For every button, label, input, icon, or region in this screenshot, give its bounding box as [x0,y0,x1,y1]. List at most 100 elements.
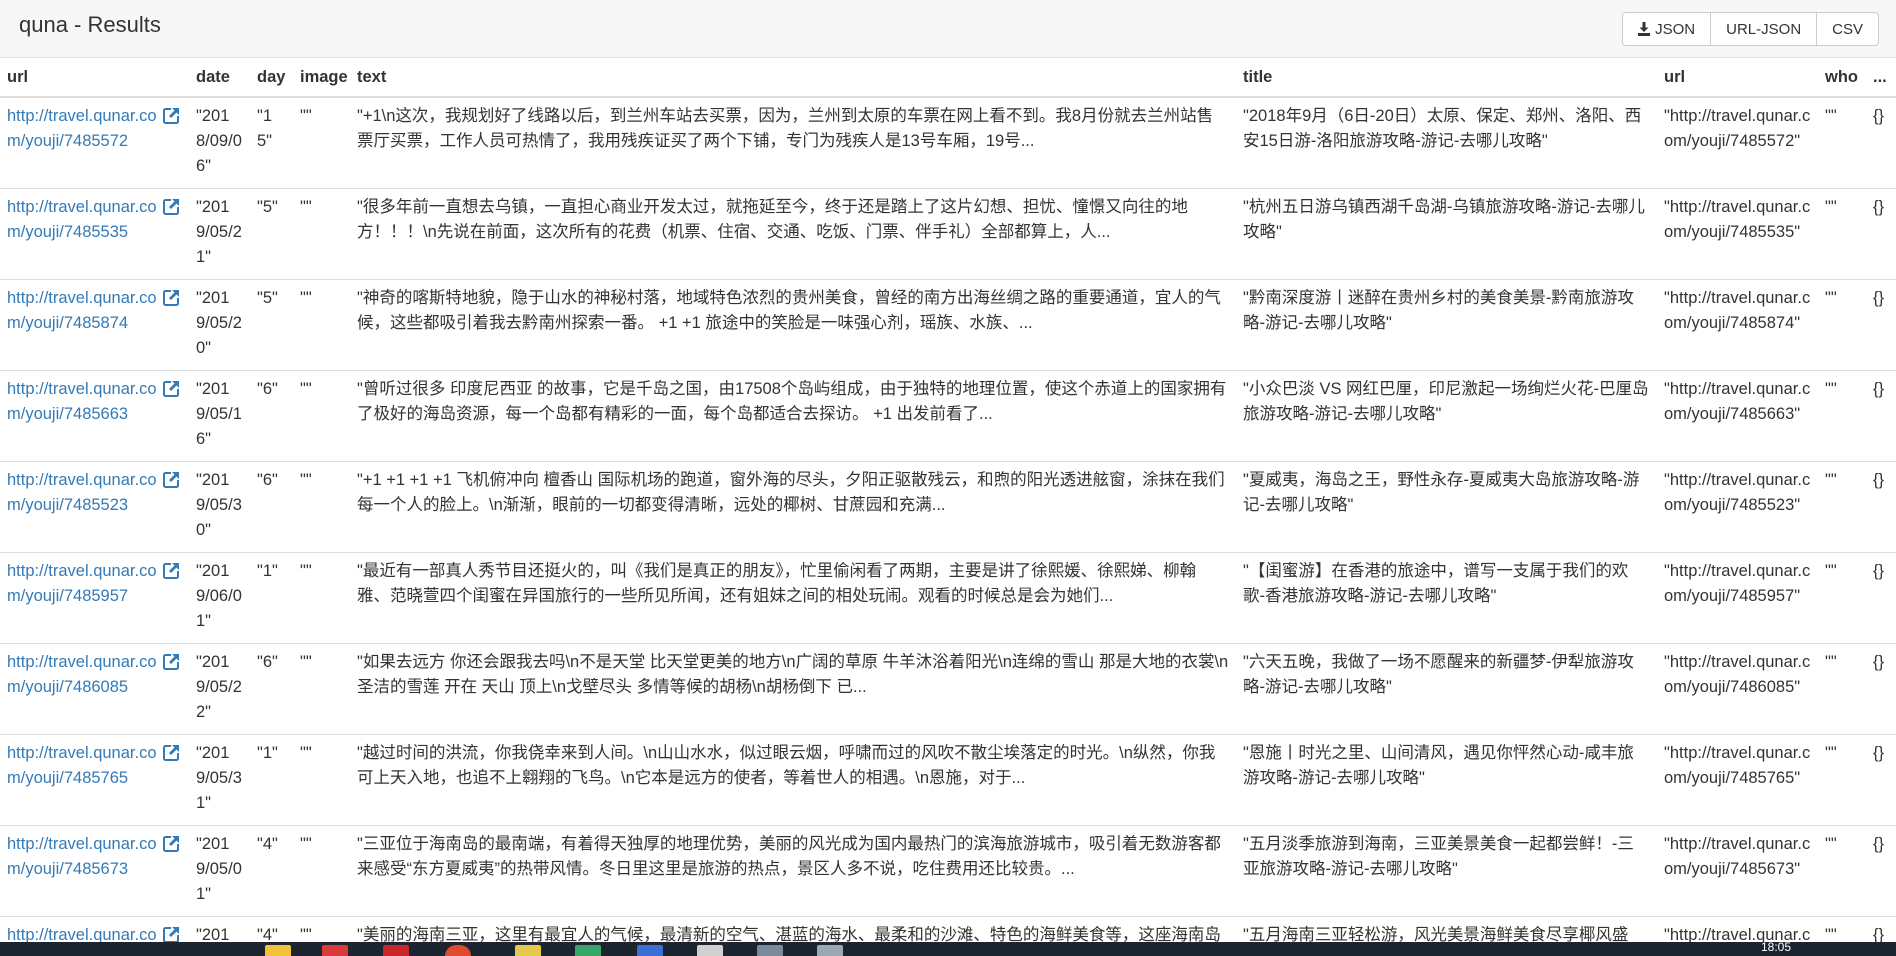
external-link-icon[interactable] [162,653,180,671]
taskbar-app-icon[interactable] [515,945,541,956]
cell-url-2-value: "http://travel.qunar.com/youji/7485874" [1664,289,1811,332]
taskbar-app-icon[interactable] [757,945,783,956]
cell-url: http://travel.qunar.com/youji/7485673 [0,825,189,917]
external-link-icon[interactable] [162,380,180,398]
external-link-icon[interactable] [162,562,180,580]
external-link-icon[interactable] [162,198,180,216]
cell-image-value: "" [300,926,312,942]
cell-url: http://travel.qunar.com/youji/7486085 [0,643,189,735]
cell-more: {} [1866,643,1896,735]
table-row: http://travel.qunar.com/youji/7485765 "20… [0,734,1896,826]
cell-date-value: "2019/05/22" [196,653,242,721]
cell-image-value: "" [300,471,312,489]
cell-url-2: "http://travel.qunar.com/youji/7485765" [1657,734,1818,826]
url-link[interactable]: http://travel.qunar.com/youji/7485572 [7,104,157,154]
cell-url-2-value: "http://travel.qunar.com/youji/7486085" [1664,653,1811,696]
cell-title-value: "恩施丨时光之里、山间清风，遇见你怦然心动-咸丰旅游攻略-游记-去哪儿攻略" [1243,744,1634,787]
column-header-url[interactable]: url [0,58,189,98]
table-row: http://travel.qunar.com/youji/7486085 "20… [0,643,1896,735]
cell-day-value: "5" [257,198,278,216]
taskbar-app-icon[interactable] [817,945,843,956]
cell-date-value: "2019/05/ [196,926,230,942]
column-header-text[interactable]: text [350,58,1236,98]
url-link[interactable]: http://travel.qunar.com/youji/7485765 [7,741,157,791]
cell-day: "6" [250,370,293,462]
taskbar-app-icon[interactable] [265,945,291,956]
csv-button[interactable]: CSV [1816,12,1879,46]
cell-url-2-value: "http://travel.qunar.com/youji/7485663" [1664,380,1811,423]
cell-text-value: "神奇的喀斯特地貌，隐于山水的神秘村落，地域特色浓烈的贵州美食，曾经的南方出海丝… [357,289,1221,332]
url-link[interactable]: http://travel.qunar.com/youji/7485663 [7,377,157,427]
cell-title: "杭州五日游乌镇西湖千岛湖-乌镇旅游攻略-游记-去哪儿攻略" [1236,188,1657,280]
json-button-label: JSON [1655,20,1696,38]
url-link[interactable]: http://travel.qunar.com/youji/7485874 [7,286,157,336]
cell-who: "" [1818,825,1866,917]
url-link[interactable]: http://travel.qunar.com/youji/7485855 [7,923,157,942]
cell-who-value: "" [1825,289,1837,307]
column-header-image[interactable]: image [293,58,350,98]
taskbar-browser-icon[interactable] [445,945,471,956]
cell-url-2-value: "http://travel.qunar.com/youji/7485572" [1664,107,1811,150]
cell-more-value: {} [1873,926,1885,942]
download-icon [1638,22,1651,36]
url-json-button[interactable]: URL-JSON [1710,12,1818,46]
url-link[interactable]: http://travel.qunar.com/youji/7485957 [7,559,157,609]
external-link-icon[interactable] [162,289,180,307]
url-link[interactable]: http://travel.qunar.com/youji/7486085 [7,650,157,700]
table-header-row: url date day image text title url who ..… [0,58,1896,98]
cell-who-value: "" [1825,926,1837,942]
cell-text: "曾听过很多 印度尼西亚 的故事，它是千岛之国，由17508个岛屿组成，由于独特… [350,370,1236,462]
table-body: http://travel.qunar.com/youji/7485572 "20… [0,97,1896,942]
cell-who: "" [1818,279,1866,371]
cell-title-value: "六天五晚，我做了一场不愿醒来的新疆梦-伊犁旅游攻略-游记-去哪儿攻略" [1243,653,1634,696]
cell-url-2: "http://travel.qunar.com/youji/7485957" [1657,552,1818,644]
cell-url-2-value: "http://travel.qunar.com/youji/7485535" [1664,198,1811,241]
cell-url: http://travel.qunar.com/youji/7485572 [0,97,189,189]
taskbar-app-icon[interactable] [383,945,409,956]
cell-url-2: "http://travel.qunar.com/youji/7485673" [1657,825,1818,917]
cell-text-value: "+1\n这次，我规划好了线路以后，到兰州车站去买票，因为，兰州到太原的车票在网… [357,107,1214,150]
cell-text: "如果去远方 你还会跟我去吗\n不是天堂 比天堂更美的地方\n广阔的草原 牛羊沐… [350,643,1236,735]
json-download-button[interactable]: JSON [1622,12,1712,46]
cell-url-2: "http://travel.qunar.com/youji/7485572" [1657,97,1818,189]
cell-image: "" [293,188,350,280]
cell-who-value: "" [1825,471,1837,489]
cell-text: "三亚位于海南岛的最南端，有着得天独厚的地理优势，美丽的风光成为国内最热门的滨海… [350,825,1236,917]
url-link[interactable]: http://travel.qunar.com/youji/7485535 [7,195,157,245]
cell-title-value: "杭州五日游乌镇西湖千岛湖-乌镇旅游攻略-游记-去哪儿攻略" [1243,198,1645,241]
cell-who-value: "" [1825,380,1837,398]
cell-text: "越过时间的洪流，你我侥幸来到人间。\n山山水水，似过眼云烟，呼啸而过的风吹不散… [350,734,1236,826]
cell-title-value: "五月海南三亚轻松游，风光美景海鲜美食尽享椰风盛宴！-三亚旅游攻略-游记-去哪儿… [1243,926,1629,942]
column-header-url-2[interactable]: url [1657,58,1818,98]
cell-image: "" [293,916,350,942]
table-row: http://travel.qunar.com/youji/7485874 "20… [0,279,1896,371]
url-link[interactable]: http://travel.qunar.com/youji/7485523 [7,468,157,518]
cell-text-value: "如果去远方 你还会跟我去吗\n不是天堂 比天堂更美的地方\n广阔的草原 牛羊沐… [357,653,1229,696]
cell-title: "五月海南三亚轻松游，风光美景海鲜美食尽享椰风盛宴！-三亚旅游攻略-游记-去哪儿… [1236,916,1657,942]
column-header-date[interactable]: date [189,58,250,98]
cell-who-value: "" [1825,198,1837,216]
cell-day-value: "4" [257,835,278,853]
cell-url-2: "http://travel.qunar.com/youji/7486085" [1657,643,1818,735]
taskbar-app-icon[interactable] [637,945,663,956]
cell-who-value: "" [1825,835,1837,853]
taskbar-app-icon[interactable] [575,945,601,956]
taskbar-app-icon[interactable] [697,945,723,956]
cell-day: "6" [250,643,293,735]
column-header-day[interactable]: day [250,58,293,98]
external-link-icon[interactable] [162,835,180,853]
column-header-more[interactable]: ... [1866,58,1896,98]
cell-title: "恩施丨时光之里、山间清风，遇见你怦然心动-咸丰旅游攻略-游记-去哪儿攻略" [1236,734,1657,826]
column-header-title[interactable]: title [1236,58,1657,98]
cell-url-2: "http://travel.qunar.com/youji/7485663" [1657,370,1818,462]
external-link-icon[interactable] [162,471,180,489]
external-link-icon[interactable] [162,926,180,942]
column-header-who[interactable]: who [1818,58,1866,98]
taskbar-app-icon[interactable] [322,945,348,956]
cell-who-value: "" [1825,107,1837,125]
cell-date: "2019/05/20" [189,279,250,371]
external-link-icon[interactable] [162,107,180,125]
url-link[interactable]: http://travel.qunar.com/youji/7485673 [7,832,157,882]
external-link-icon[interactable] [162,744,180,762]
cell-more-value: {} [1873,562,1885,580]
